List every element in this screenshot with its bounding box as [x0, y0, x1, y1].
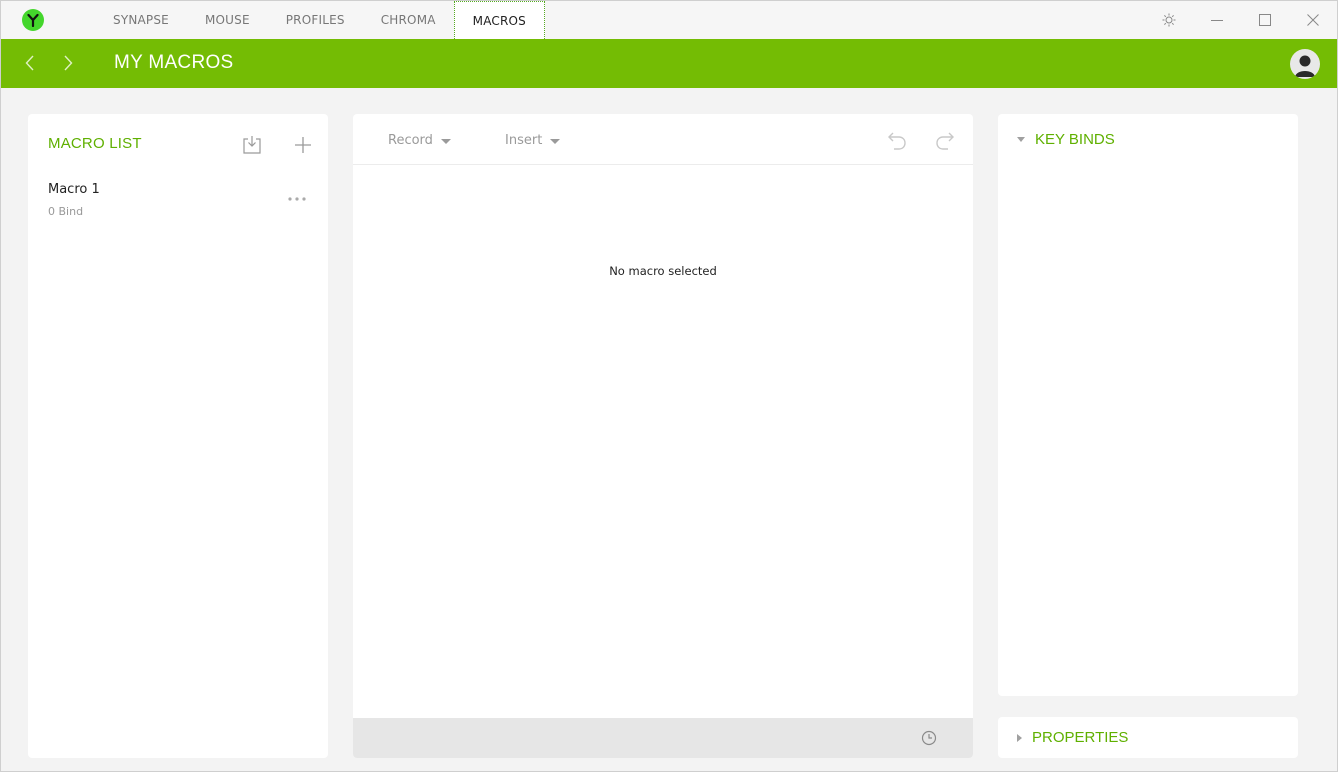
- title-bar: SYNAPSE MOUSE PROFILES CHROMA MACROS: [1, 1, 1337, 39]
- collapse-arrow-icon: [1017, 137, 1025, 142]
- user-avatar-icon[interactable]: [1290, 49, 1320, 79]
- tab-profiles[interactable]: PROFILES: [268, 1, 363, 39]
- minimize-icon[interactable]: [1193, 1, 1241, 39]
- tab-mouse[interactable]: MOUSE: [187, 1, 268, 39]
- insert-label: Insert: [505, 133, 543, 148]
- app-window: SYNAPSE MOUSE PROFILES CHROMA MACROS MY …: [0, 0, 1338, 772]
- clock-icon[interactable]: [919, 728, 939, 748]
- more-options-icon[interactable]: [286, 190, 308, 202]
- add-macro-icon[interactable]: [291, 133, 315, 157]
- properties-toggle[interactable]: PROPERTIES: [1017, 729, 1128, 746]
- import-icon[interactable]: [240, 133, 264, 157]
- forward-arrow-icon[interactable]: [56, 51, 80, 75]
- editor-footer: [353, 718, 973, 758]
- macro-list-item[interactable]: Macro 1 0 Bind: [28, 176, 328, 226]
- macro-bind-count: 0 Bind: [48, 205, 84, 218]
- macro-name: Macro 1: [48, 182, 100, 197]
- insert-dropdown[interactable]: Insert: [505, 133, 561, 148]
- properties-title: PROPERTIES: [1032, 729, 1129, 746]
- key-binds-panel: KEY BINDS: [998, 114, 1298, 696]
- maximize-icon[interactable]: [1241, 1, 1289, 39]
- close-icon[interactable]: [1289, 1, 1337, 39]
- chevron-down-icon: [550, 139, 561, 144]
- window-controls: [1145, 1, 1337, 39]
- back-arrow-icon[interactable]: [18, 51, 42, 75]
- tab-chroma[interactable]: CHROMA: [363, 1, 454, 39]
- undo-icon[interactable]: [883, 128, 909, 154]
- expand-arrow-icon: [1017, 733, 1022, 742]
- tab-macros[interactable]: MACROS: [453, 1, 545, 39]
- chevron-down-icon: [440, 139, 451, 144]
- key-binds-toggle[interactable]: KEY BINDS: [1017, 131, 1115, 148]
- record-dropdown[interactable]: Record: [388, 133, 451, 148]
- macro-list-panel: MACRO LIST Macro 1 0 Bind: [28, 114, 328, 758]
- empty-state-message: No macro selected: [609, 264, 717, 278]
- properties-panel: PROPERTIES: [998, 717, 1298, 758]
- settings-icon[interactable]: [1145, 1, 1193, 39]
- record-label: Record: [388, 133, 433, 148]
- macro-list-title: MACRO LIST: [48, 135, 142, 152]
- redo-icon[interactable]: [933, 128, 959, 154]
- main-tabs: SYNAPSE MOUSE PROFILES CHROMA MACROS: [95, 1, 545, 39]
- page-title: MY MACROS: [114, 52, 234, 73]
- page-header: MY MACROS: [1, 39, 1337, 88]
- editor-toolbar: Record Insert: [353, 114, 973, 165]
- macro-editor-panel: Record Insert No macro selected: [353, 114, 973, 758]
- tab-synapse[interactable]: SYNAPSE: [95, 1, 187, 39]
- razer-logo-icon[interactable]: [22, 9, 44, 31]
- key-binds-title: KEY BINDS: [1035, 131, 1115, 148]
